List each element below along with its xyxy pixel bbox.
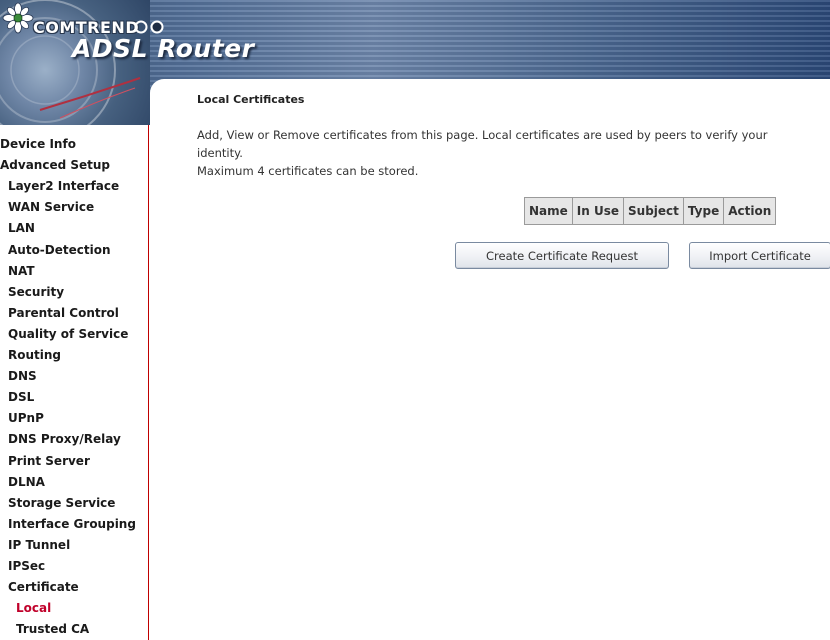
description-line-2: Maximum 4 certificates can be stored. — [197, 164, 419, 178]
sidebar-item-security[interactable]: Security — [0, 285, 64, 299]
product-title: ADSL Router — [72, 34, 255, 63]
description-line-1: Add, View or Remove certificates from th… — [197, 128, 768, 160]
sidebar-item-dns-proxy-relay[interactable]: DNS Proxy/Relay — [0, 432, 121, 446]
sidebar-item-certificate[interactable]: Certificate — [0, 580, 79, 594]
sidebar-item-lan[interactable]: LAN — [0, 221, 35, 235]
comtrend-flower-icon — [2, 2, 34, 34]
sidebar-item-ipsec[interactable]: IPSec — [0, 559, 45, 573]
logo-circles-icon — [134, 20, 164, 34]
create-certificate-request-button[interactable]: Create Certificate Request — [455, 242, 669, 269]
page-title: Local Certificates — [197, 93, 305, 106]
sidebar-item-upnp[interactable]: UPnP — [0, 411, 44, 425]
sidebar-item-ip-tunnel[interactable]: IP Tunnel — [0, 538, 70, 552]
sidebar-item-trusted-ca[interactable]: Trusted CA — [0, 622, 89, 636]
sidebar-item-dlna[interactable]: DLNA — [0, 475, 45, 489]
page-description: Add, View or Remove certificates from th… — [197, 126, 817, 180]
sidebar-item-auto-detection[interactable]: Auto-Detection — [0, 243, 111, 257]
sidebar-item-parental-control[interactable]: Parental Control — [0, 306, 119, 320]
column-header-name: Name — [524, 197, 573, 225]
sidebar-item-storage-service[interactable]: Storage Service — [0, 496, 115, 510]
sidebar-item-dsl[interactable]: DSL — [0, 390, 34, 404]
import-certificate-button[interactable]: Import Certificate — [689, 242, 830, 269]
sidebar-item-interface-grouping[interactable]: Interface Grouping — [0, 517, 136, 531]
sidebar-item-wan-service[interactable]: WAN Service — [0, 200, 94, 214]
sidebar-item-advanced-setup[interactable]: Advanced Setup — [0, 158, 110, 172]
sidebar-item-print-server[interactable]: Print Server — [0, 454, 90, 468]
sidebar-item-local[interactable]: Local — [0, 601, 51, 615]
sidebar-item-nat[interactable]: NAT — [0, 264, 35, 278]
sidebar-item-quality-of-service[interactable]: Quality of Service — [0, 327, 128, 341]
sidebar-item-dns[interactable]: DNS — [0, 369, 37, 383]
column-header-subject: Subject — [623, 197, 684, 225]
sidebar-item-layer2-interface[interactable]: Layer2 Interface — [0, 179, 119, 193]
column-header-in-use: In Use — [571, 197, 625, 225]
certificate-table: Name In Use Subject Type Action — [524, 197, 777, 225]
column-header-action: Action — [723, 197, 777, 225]
sidebar-nav: Device Info Advanced Setup Layer2 Interfac… — [0, 125, 149, 640]
sidebar-item-routing[interactable]: Routing — [0, 348, 61, 362]
table-header-row: Name In Use Subject Type Action — [524, 197, 777, 225]
sidebar-item-device-info[interactable]: Device Info — [0, 137, 76, 151]
column-header-type: Type — [682, 197, 725, 225]
